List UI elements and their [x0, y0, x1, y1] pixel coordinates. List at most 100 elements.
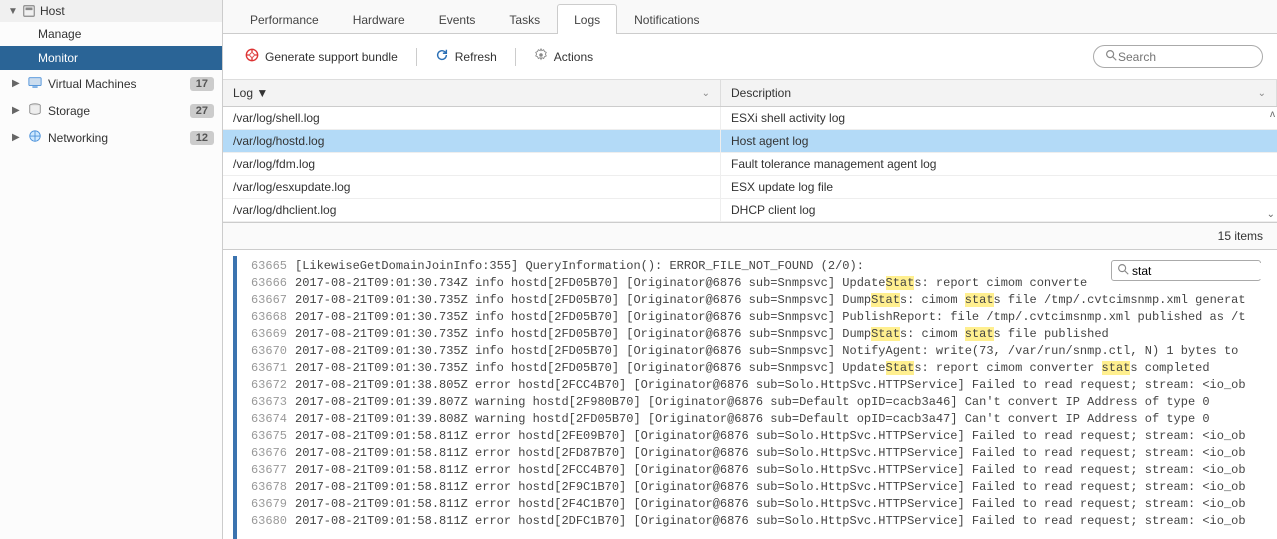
- nav-label: Networking: [48, 131, 108, 145]
- nav-virtual-machines[interactable]: ▶ Virtual Machines 17: [0, 70, 222, 97]
- network-icon: [28, 129, 42, 146]
- line-number: 63668: [243, 309, 287, 326]
- log-grid-body[interactable]: ʌ ⌄ /var/log/shell.logESXi shell activit…: [223, 107, 1277, 222]
- log-desc: ESXi shell activity log: [721, 107, 1277, 129]
- count-badge: 12: [190, 131, 214, 145]
- caret-right-icon: ▶: [12, 78, 22, 89]
- log-line: 636692017-08-21T09:01:30.735Z info hostd…: [243, 326, 1277, 343]
- actions-button[interactable]: Actions: [526, 44, 601, 69]
- grid-footer: 15 items: [223, 222, 1277, 250]
- log-row[interactable]: /var/log/hostd.logHost agent log: [223, 130, 1277, 153]
- highlight: stat: [1102, 361, 1131, 375]
- log-row[interactable]: /var/log/shell.logESXi shell activity lo…: [223, 107, 1277, 130]
- refresh-icon: [435, 48, 449, 65]
- tab-tasks[interactable]: Tasks: [492, 4, 557, 34]
- tab-hardware[interactable]: Hardware: [336, 4, 422, 34]
- monitor-label: Monitor: [38, 51, 78, 65]
- log-line: 636772017-08-21T09:01:58.811Z error host…: [243, 462, 1277, 479]
- caret-right-icon: ▶: [12, 132, 22, 143]
- lifebuoy-icon: [245, 48, 259, 65]
- highlight: Stat: [871, 293, 900, 307]
- button-label: Generate support bundle: [265, 50, 398, 64]
- log-filter-box[interactable]: ✕: [1111, 260, 1261, 281]
- search-icon: [1104, 48, 1118, 65]
- line-number: 63676: [243, 445, 287, 462]
- tab-performance[interactable]: Performance: [233, 4, 336, 34]
- line-number: 63674: [243, 411, 287, 428]
- log-grid-header: Log ▼ ⌄ Description ⌄: [223, 80, 1277, 107]
- gear-icon: [534, 48, 548, 65]
- log-line: 636762017-08-21T09:01:58.811Z error host…: [243, 445, 1277, 462]
- line-number: 63666: [243, 275, 287, 292]
- col-label: Log: [233, 86, 253, 100]
- refresh-button[interactable]: Refresh: [427, 44, 505, 69]
- line-number: 63669: [243, 326, 287, 343]
- host-tree-node[interactable]: ▼ Host: [0, 0, 222, 22]
- line-number: 63677: [243, 462, 287, 479]
- log-line: 636752017-08-21T09:01:58.811Z error host…: [243, 428, 1277, 445]
- log-line: 636672017-08-21T09:01:30.735Z info hostd…: [243, 292, 1277, 309]
- log-line: 636802017-08-21T09:01:58.811Z error host…: [243, 513, 1277, 530]
- button-label: Actions: [554, 50, 593, 64]
- log-desc: ESX update log file: [721, 176, 1277, 198]
- log-line: 636782017-08-21T09:01:58.811Z error host…: [243, 479, 1277, 496]
- tab-bar: PerformanceHardwareEventsTasksLogsNotifi…: [223, 0, 1277, 34]
- search-box[interactable]: [1093, 45, 1263, 68]
- line-number: 63672: [243, 377, 287, 394]
- highlight: Stat: [871, 327, 900, 341]
- col-desc-header[interactable]: Description ⌄: [721, 80, 1277, 106]
- toolbar: Generate support bundle Refresh Actions: [223, 34, 1277, 80]
- main-panel: PerformanceHardwareEventsTasksLogsNotifi…: [223, 0, 1277, 539]
- generate-support-bundle-button[interactable]: Generate support bundle: [237, 44, 406, 69]
- item-count: 15 items: [1218, 229, 1263, 243]
- log-path: /var/log/dhclient.log: [223, 199, 721, 221]
- highlight: stat: [965, 293, 994, 307]
- nav-label: Storage: [48, 104, 90, 118]
- monitor-item[interactable]: Monitor: [0, 46, 222, 70]
- host-label: Host: [40, 4, 65, 18]
- log-row[interactable]: /var/log/esxupdate.logESX update log fil…: [223, 176, 1277, 199]
- search-icon: [1116, 262, 1130, 279]
- log-row[interactable]: /var/log/fdm.logFault tolerance manageme…: [223, 153, 1277, 176]
- col-label: Description: [731, 86, 791, 100]
- manage-label: Manage: [38, 27, 81, 41]
- highlight: stat: [965, 327, 994, 341]
- log-line: 636682017-08-21T09:01:30.735Z info hostd…: [243, 309, 1277, 326]
- scroll-up-icon[interactable]: ʌ: [1270, 109, 1275, 120]
- count-badge: 17: [190, 77, 214, 91]
- highlight: Stat: [886, 361, 915, 375]
- nav-networking[interactable]: ▶ Networking 12: [0, 124, 222, 151]
- caret-right-icon: ▶: [12, 105, 22, 116]
- line-number: 63679: [243, 496, 287, 513]
- log-line: 636722017-08-21T09:01:38.805Z error host…: [243, 377, 1277, 394]
- log-line: 636792017-08-21T09:01:58.811Z error host…: [243, 496, 1277, 513]
- search-input[interactable]: [1118, 50, 1273, 64]
- chevron-down-icon[interactable]: ⌄: [1258, 88, 1266, 99]
- log-path: /var/log/hostd.log: [223, 130, 721, 152]
- line-number: 63670: [243, 343, 287, 360]
- chevron-down-icon[interactable]: ⌄: [702, 88, 710, 99]
- line-number: 63673: [243, 394, 287, 411]
- sort-indicator: ▼: [256, 86, 268, 100]
- log-content[interactable]: 63665[LikewiseGetDomainJoinInfo:355] Que…: [237, 256, 1277, 530]
- tab-events[interactable]: Events: [422, 4, 493, 34]
- highlight: Stat: [886, 276, 915, 290]
- scroll-down-icon[interactable]: ⌄: [1267, 209, 1275, 220]
- log-viewer[interactable]: ✕ 63665[LikewiseGetDomainJoinInfo:355] Q…: [233, 256, 1277, 539]
- log-row[interactable]: /var/log/dhclient.logDHCP client log: [223, 199, 1277, 222]
- manage-item[interactable]: Manage: [0, 22, 222, 46]
- log-desc: Fault tolerance management agent log: [721, 153, 1277, 175]
- log-filter-input[interactable]: [1130, 263, 1277, 279]
- nav-label: Virtual Machines: [48, 77, 137, 91]
- log-desc: Host agent log: [721, 130, 1277, 152]
- tab-logs[interactable]: Logs: [557, 4, 617, 34]
- sidebar: ▼ Host Manage Monitor ▶ Virtual Machines…: [0, 0, 223, 539]
- divider: [416, 48, 417, 66]
- vm-icon: [28, 75, 42, 92]
- tab-notifications[interactable]: Notifications: [617, 4, 716, 34]
- line-number: 63667: [243, 292, 287, 309]
- count-badge: 27: [190, 104, 214, 118]
- caret-down-icon: ▼: [8, 6, 18, 17]
- nav-storage[interactable]: ▶ Storage 27: [0, 97, 222, 124]
- col-log-header[interactable]: Log ▼ ⌄: [223, 80, 721, 106]
